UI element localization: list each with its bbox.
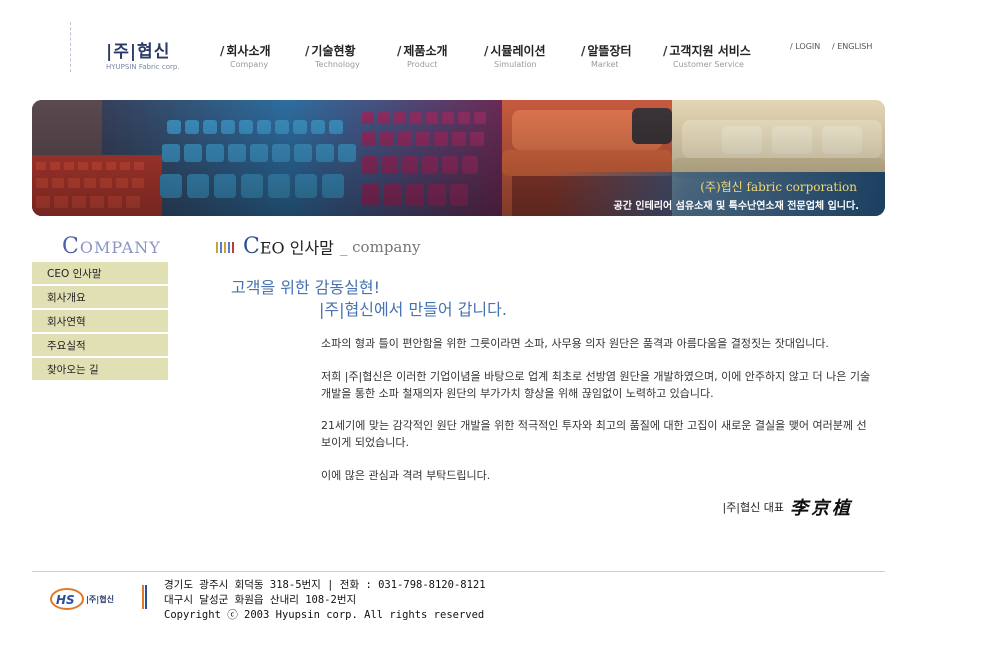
login-label: LOGIN — [795, 42, 821, 51]
nav-label: 회사소개 — [226, 44, 271, 58]
sidebar-title: COMPANY — [62, 234, 161, 259]
nav-sub-label: Product — [407, 60, 438, 69]
sidebar-title-rest: OMPANY — [79, 238, 161, 257]
nav-technology[interactable]: / 기술현황 Technology — [305, 40, 360, 69]
sidebar-item-company-overview[interactable]: 회사개요 — [32, 286, 168, 310]
headline-line2: |주|협신에서 만들어 갑니다. — [319, 300, 507, 319]
nav-sub-label: Company — [230, 60, 269, 69]
signature-name: 李京植 — [790, 498, 853, 519]
paragraph-3: 21세기에 맞는 감각적인 원단 개발을 위한 적극적인 투자와 최고의 품질에… — [321, 419, 867, 449]
nav-label: 시뮬레이션 — [490, 44, 546, 58]
footer-divider — [32, 571, 885, 572]
nav-customer-service[interactable]: / 고객지원 서비스 Customer Service — [663, 40, 751, 69]
nav-market[interactable]: / 알뜰장터 Market — [581, 40, 632, 69]
title-bars-icon — [216, 237, 236, 256]
nav-sub-label: Simulation — [494, 60, 537, 69]
sidebar-item-ceo-greeting[interactable]: CEO 인사말 — [32, 262, 168, 286]
logo-english: HYUPSIN Fabric corp. — [106, 63, 180, 71]
nav-label: 제품소개 — [403, 44, 448, 58]
nav-label: 고객지원 서비스 — [669, 44, 751, 58]
paragraph-2: 저희 |주|협신은 이러한 기업이념을 바탕으로 업계 최초로 선방염 원단을 … — [321, 370, 871, 400]
banner-caption-tagline: 공간 인테리어 섬유소재 및 특수난연소재 전문업체 입니다. — [613, 201, 860, 212]
ceo-signature: |주|협신 대표 李京植 — [722, 494, 853, 520]
footer-logo-mark: HS — [56, 593, 75, 607]
nav-label: 기술현황 — [311, 44, 356, 58]
footer-logo: HS |주|협신 — [48, 584, 130, 614]
sidebar-item-achievements[interactable]: 주요실적 — [32, 334, 168, 358]
sidebar-item-history[interactable]: 회사연혁 — [32, 310, 168, 334]
paragraph-4: 이에 많은 관심과 격려 부탁드립니다. — [321, 469, 491, 482]
english-label: ENGLISH — [837, 42, 873, 51]
section-title-rest: EO 인사말 — [259, 238, 334, 258]
section-title: CEO 인사말 _ company — [216, 234, 421, 259]
nav-company[interactable]: / 회사소개 Company — [220, 40, 271, 69]
nav-sub-label: Customer Service — [673, 60, 744, 69]
logo-dashed-line — [70, 22, 74, 72]
nav-sub-label: Market — [591, 60, 619, 69]
footer-address-1: 경기도 광주시 회덕동 318-5번지 | 전화 : 031-798-8120-… — [164, 579, 486, 591]
section-title-initial: C — [243, 234, 260, 259]
banner-caption-company: (주)협신 fabric corporation — [700, 180, 857, 194]
hs-logo-icon: HS |주|협신 — [50, 588, 114, 610]
english-link[interactable]: / ENGLISH — [832, 42, 872, 51]
headline-line1: 고객을 위한 감동실현! — [231, 278, 381, 297]
sidebar-item-directions[interactable]: 찾아오는 길 — [32, 358, 168, 382]
sidebar-title-initial: C — [62, 234, 80, 259]
nav-product[interactable]: / 제품소개 Product — [397, 40, 448, 69]
footer-logo-text: |주|협신 — [86, 594, 114, 604]
sidebar-menu: CEO 인사말 회사개요 회사연혁 주요실적 찾아오는 길 — [32, 262, 168, 382]
footer-copyright: Copyright ⓒ 2003 Hyupsin corp. All right… — [164, 609, 485, 621]
logo-korean: |주|협신 — [106, 42, 171, 62]
nav-simulation[interactable]: / 시뮬레이션 Simulation — [484, 40, 546, 69]
paragraph-1: 소파의 형과 틀이 편안함을 위한 그릇이라면 소파, 사무용 의자 원단은 품… — [321, 337, 829, 350]
footer-info: 경기도 광주시 회덕동 318-5번지 | 전화 : 031-798-8120-… — [164, 578, 486, 623]
hero-banner: (주)협신 fabric corporation 공간 인테리어 섬유소재 및 … — [32, 100, 885, 216]
login-link[interactable]: / LOGIN — [790, 42, 820, 51]
footer-separator — [142, 585, 148, 611]
footer-address-2: 대구시 달성군 화원읍 산내리 108-2번지 — [164, 594, 357, 606]
nav-label: 알뜰장터 — [587, 44, 632, 58]
section-title-sub: _ company — [339, 237, 421, 256]
nav-sub-label: Technology — [315, 60, 360, 69]
signature-role: |주|협신 대표 — [722, 501, 784, 514]
company-logo[interactable]: |주|협신 HYUPSIN Fabric corp. — [106, 37, 180, 71]
